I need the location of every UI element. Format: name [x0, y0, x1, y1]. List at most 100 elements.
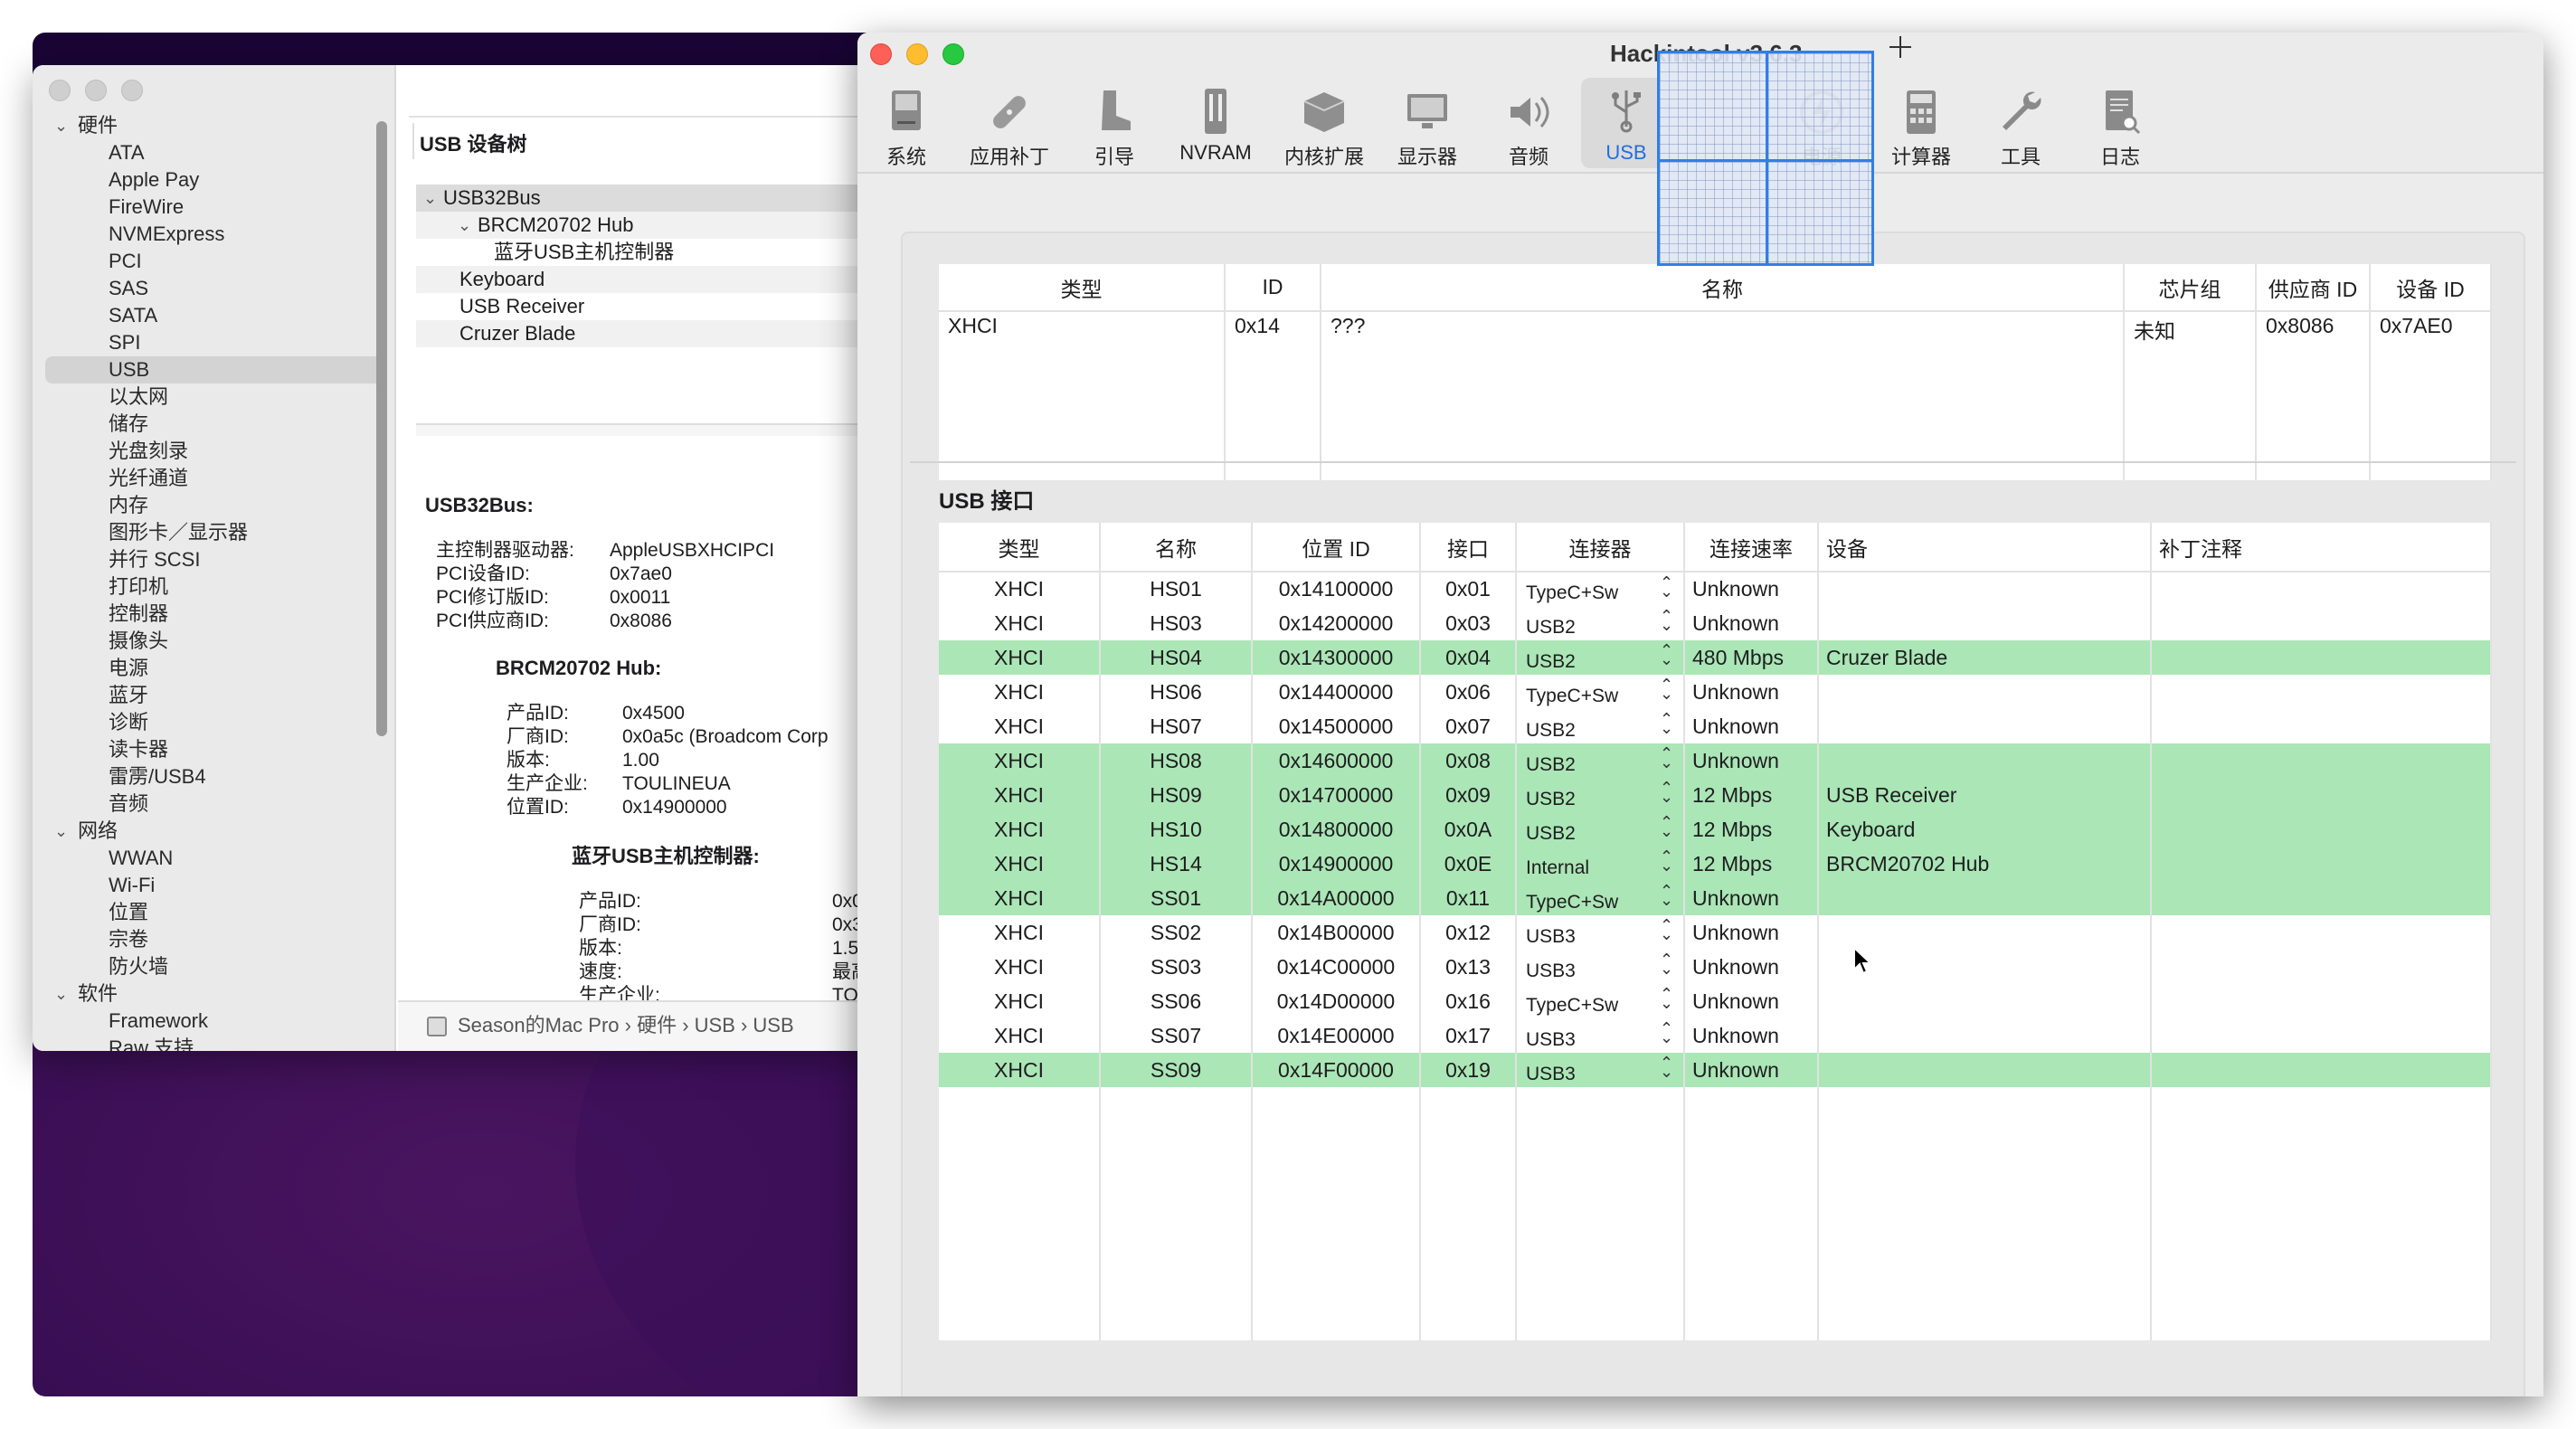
popup-arrows-icon[interactable]: ⌃ ⌄ [1660, 917, 1673, 942]
usb-port-row[interactable]: XHCI HS03 0x14200000 0x03 USB2 ⌃ ⌄ Unknown [939, 606, 2492, 640]
column-header[interactable]: 芯片组 [2124, 264, 2257, 312]
column-header[interactable]: 连接器 [1516, 523, 1685, 573]
sidebar-item[interactable]: Apple Pay [33, 166, 396, 194]
usb-port-row[interactable]: XHCI HS01 0x14100000 0x01 TypeC+Sw ⌃ ⌄ Unknown [939, 572, 2492, 606]
toolbar-button-display[interactable]: 显示器 [1382, 78, 1473, 168]
port-conn-cell[interactable]: USB2 ⌃ ⌄ [1516, 640, 1685, 675]
popup-arrows-icon[interactable]: ⌃ ⌄ [1660, 608, 1673, 633]
sidebar-item[interactable]: Raw 支持 [33, 1035, 396, 1051]
sidebar-item[interactable]: FireWire [33, 194, 396, 221]
column-header[interactable]: 类型 [939, 523, 1101, 573]
tree-splitter[interactable] [416, 423, 901, 436]
popup-arrows-icon[interactable]: ⌃ ⌄ [1660, 814, 1673, 839]
sidebar-item[interactable]: SAS [33, 275, 396, 302]
sidebar-item[interactable]: 宗卷 [33, 926, 396, 953]
usb-port-row[interactable]: XHCI SS07 0x14E00000 0x17 USB3 ⌃ ⌄ Unknown [939, 1018, 2492, 1053]
port-conn-cell[interactable]: USB2 ⌃ ⌄ [1516, 709, 1685, 743]
popup-arrows-icon[interactable]: ⌃ ⌄ [1660, 642, 1673, 667]
column-header[interactable]: 连接速率 [1684, 523, 1819, 573]
sidebar-item[interactable]: 以太网 [33, 383, 396, 411]
toolbar-button-kext[interactable]: 内核扩展 [1279, 78, 1369, 168]
port-conn-cell[interactable]: TypeC+Sw ⌃ ⌄ [1516, 675, 1685, 709]
column-header[interactable]: 供应商 ID [2256, 264, 2371, 312]
sidebar-section[interactable]: ⌄ 硬件 [33, 112, 396, 139]
tree-row[interactable]: ⌄ USB32Bus [416, 185, 901, 212]
usb-port-row[interactable]: XHCI HS08 0x14600000 0x08 USB2 ⌃ ⌄ Unknown [939, 743, 2492, 778]
column-header[interactable]: 设备 ID [2370, 264, 2492, 312]
sidebar-item[interactable]: 打印机 [33, 573, 396, 601]
usb-port-row[interactable]: XHCI SS03 0x14C00000 0x13 USB3 ⌃ ⌄ Unknown [939, 950, 2492, 984]
tree-row[interactable]: Cruzer Blade [416, 320, 901, 347]
toolbar-button-system[interactable]: 系统 [861, 78, 952, 168]
minimize-button-inactive[interactable] [85, 80, 107, 101]
sidebar-item[interactable]: 光纤通道 [33, 465, 396, 492]
sidebar-item[interactable]: NVMExpress [33, 221, 396, 248]
column-header[interactable]: 名称 [1321, 264, 2125, 312]
usb-port-row[interactable]: XHCI HS10 0x14800000 0x0A USB2 ⌃ ⌄ 12 Mbps Keybo… [939, 812, 2492, 847]
sidebar-item[interactable]: 读卡器 [33, 736, 396, 763]
close-button[interactable] [870, 43, 892, 65]
chevron-down-icon[interactable]: ⌄ [54, 818, 68, 845]
disclosure-triangle-icon[interactable]: ⌄ [458, 212, 471, 239]
sidebar-item[interactable]: PCI [33, 248, 396, 275]
popup-arrows-icon[interactable]: ⌃ ⌄ [1660, 848, 1673, 874]
sidebar-item[interactable]: USB [45, 356, 384, 383]
usb-port-row[interactable]: XHCI HS06 0x14400000 0x06 TypeC+Sw ⌃ ⌄ Unknown [939, 675, 2492, 709]
tree-row[interactable]: Keyboard [416, 266, 901, 293]
port-conn-cell[interactable]: USB3 ⌃ ⌄ [1516, 950, 1685, 984]
sidebar-item[interactable]: 雷雳/USB4 [33, 763, 396, 790]
sidebar-item[interactable]: 图形卡／显示器 [33, 519, 396, 546]
sidebar-item[interactable]: 储存 [33, 411, 396, 438]
close-button-inactive[interactable] [49, 80, 71, 101]
popup-arrows-icon[interactable]: ⌃ ⌄ [1660, 1055, 1673, 1080]
toolbar-button-boot[interactable]: 引导 [1069, 78, 1160, 168]
sidebar-scrollbar[interactable] [376, 121, 387, 736]
sidebar-item[interactable]: 摄像头 [33, 628, 396, 655]
column-header[interactable]: 类型 [939, 264, 1226, 312]
column-header[interactable]: 位置 ID [1252, 523, 1421, 573]
toolbar-button-nvram[interactable]: NVRAM [1170, 78, 1261, 168]
zoom-button[interactable] [942, 43, 964, 65]
chevron-down-icon[interactable]: ⌄ [54, 980, 68, 1008]
usb-port-row[interactable]: XHCI HS14 0x14900000 0x0E Internal ⌃ ⌄ 12 Mbps B… [939, 847, 2492, 881]
port-conn-cell[interactable]: USB2 ⌃ ⌄ [1516, 606, 1685, 640]
port-conn-cell[interactable]: USB2 ⌃ ⌄ [1516, 812, 1685, 847]
toolbar-button-log[interactable]: 日志 [2075, 78, 2165, 168]
column-header[interactable]: 补丁注释 [2151, 523, 2492, 573]
sidebar-section[interactable]: ⌄ 网络 [33, 818, 396, 845]
column-header[interactable]: ID [1225, 264, 1321, 312]
usb-port-row[interactable]: XHCI HS09 0x14700000 0x09 USB2 ⌃ ⌄ 12 Mbps USB R… [939, 778, 2492, 812]
popup-arrows-icon[interactable]: ⌃ ⌄ [1660, 780, 1673, 805]
sidebar-item[interactable]: WWAN [33, 845, 396, 872]
sidebar-item[interactable]: 防火墙 [33, 953, 396, 980]
port-conn-cell[interactable]: Internal ⌃ ⌄ [1516, 847, 1685, 881]
sidebar-item[interactable]: 并行 SCSI [33, 546, 396, 573]
minimize-button[interactable] [906, 43, 928, 65]
column-header[interactable]: 名称 [1100, 523, 1253, 573]
popup-arrows-icon[interactable]: ⌃ ⌄ [1660, 951, 1673, 977]
popup-arrows-icon[interactable]: ⌃ ⌄ [1660, 745, 1673, 771]
sidebar-section[interactable]: ⌄ 软件 [33, 980, 396, 1008]
tree-row[interactable]: 蓝牙USB主机控制器 [416, 239, 901, 266]
tree-row[interactable]: USB Receiver [416, 293, 901, 320]
toolbar-button-tools[interactable]: 工具 [1975, 78, 2066, 168]
port-conn-cell[interactable]: USB2 ⌃ ⌄ [1516, 743, 1685, 778]
sidebar-item[interactable]: Framework [33, 1008, 396, 1035]
port-conn-cell[interactable]: USB2 ⌃ ⌄ [1516, 778, 1685, 812]
popup-arrows-icon[interactable]: ⌃ ⌄ [1660, 1020, 1673, 1046]
port-conn-cell[interactable]: USB3 ⌃ ⌄ [1516, 1018, 1685, 1053]
popup-arrows-icon[interactable]: ⌃ ⌄ [1660, 574, 1673, 600]
sidebar-item[interactable]: SATA [33, 302, 396, 329]
sidebar-item[interactable]: 电源 [33, 655, 396, 682]
sidebar-item[interactable]: 诊断 [33, 709, 396, 736]
sidebar-item[interactable]: ATA [33, 139, 396, 166]
toolbar-button-calculator[interactable]: 计算器 [1876, 78, 1966, 168]
sidebar-item[interactable]: 音频 [33, 790, 396, 818]
disclosure-triangle-icon[interactable]: ⌄ [423, 185, 437, 212]
popup-arrows-icon[interactable]: ⌃ ⌄ [1660, 711, 1673, 736]
popup-arrows-icon[interactable]: ⌃ ⌄ [1660, 986, 1673, 1011]
usb-port-row[interactable]: XHCI SS01 0x14A00000 0x11 TypeC+Sw ⌃ ⌄ Unknown [939, 881, 2492, 915]
popup-arrows-icon[interactable]: ⌃ ⌄ [1660, 677, 1673, 702]
port-conn-cell[interactable]: TypeC+Sw ⌃ ⌄ [1516, 572, 1685, 606]
port-conn-cell[interactable]: TypeC+Sw ⌃ ⌄ [1516, 881, 1685, 915]
